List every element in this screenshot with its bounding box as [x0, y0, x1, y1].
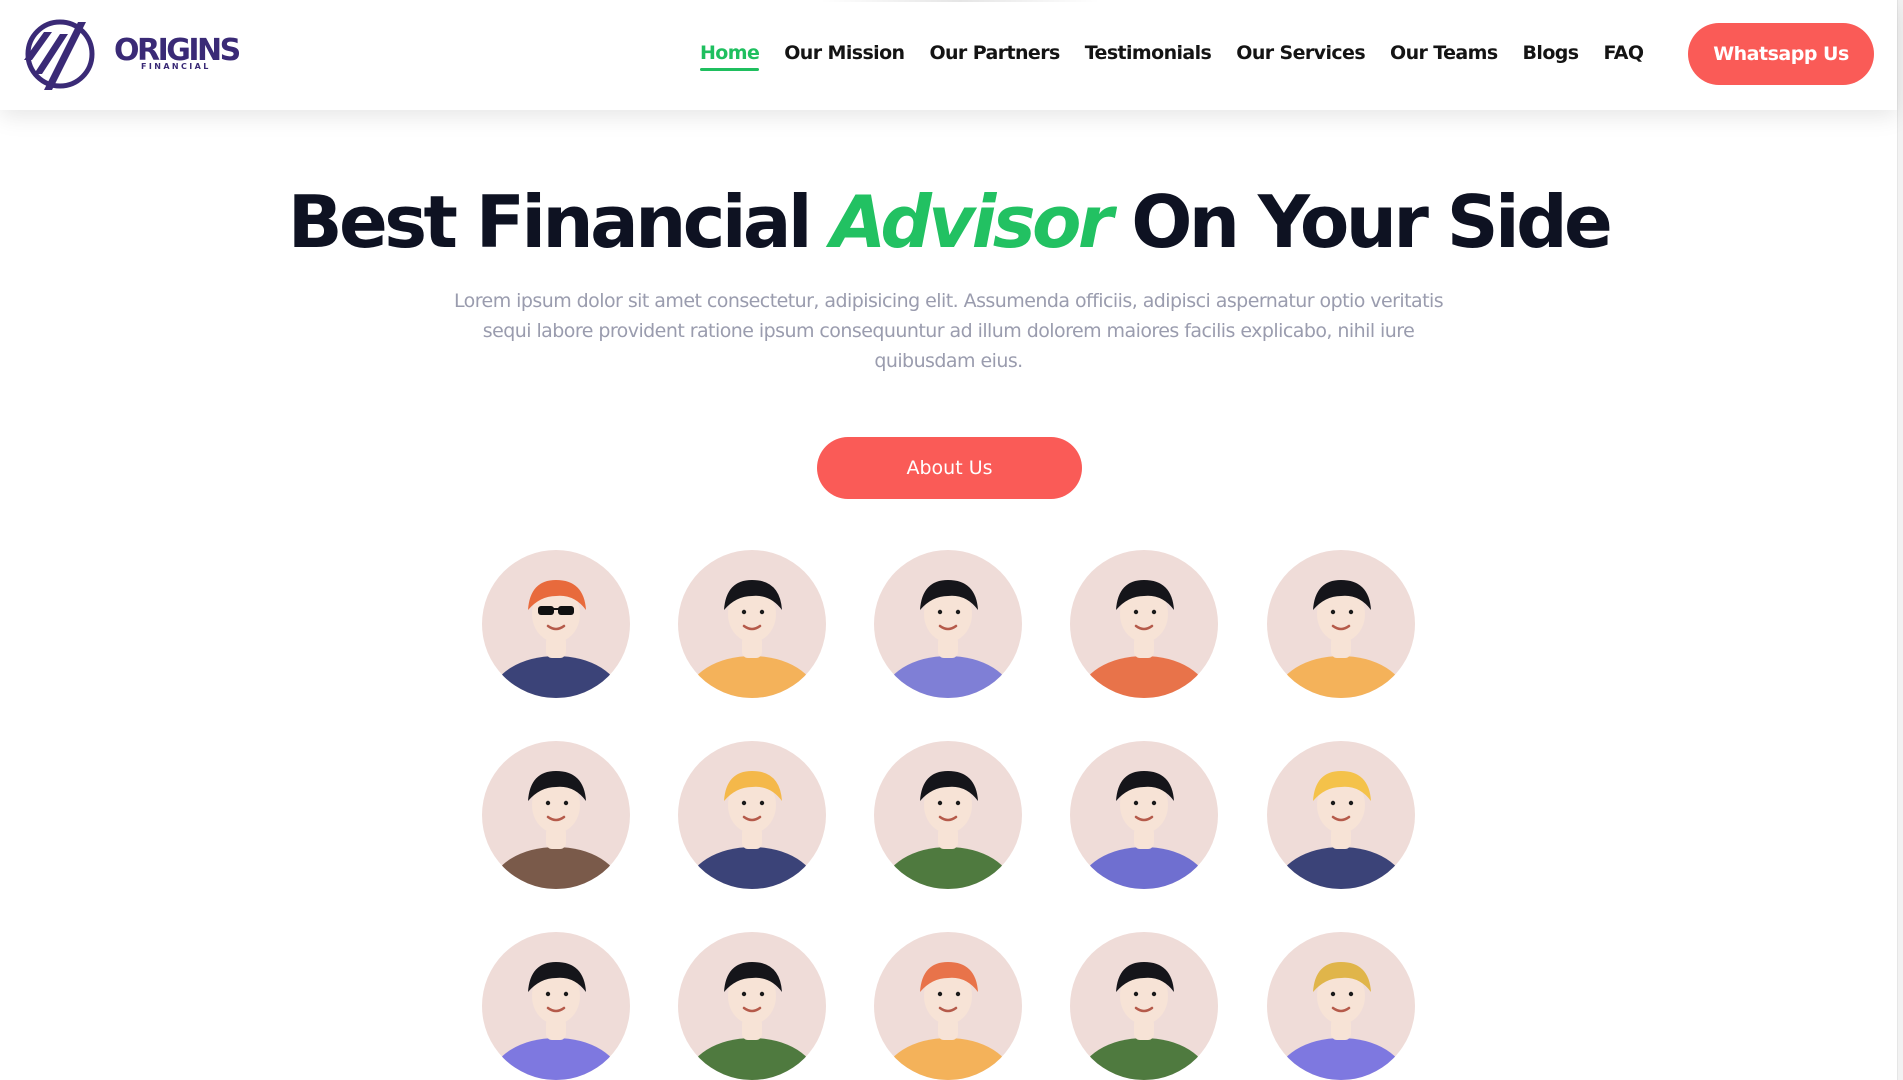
team-member-avatar — [874, 932, 1022, 1080]
nav-link-our-mission[interactable]: Our Mission — [784, 36, 905, 70]
person-illustration-icon — [1277, 962, 1405, 1080]
person-illustration-icon — [884, 962, 1012, 1080]
team-member-avatar — [874, 550, 1022, 698]
team-member-avatar — [1267, 741, 1415, 889]
page: ORIGINS FINANCIAL Home Our Mission Our P… — [0, 0, 1903, 1080]
person-illustration-icon — [884, 580, 1012, 698]
hero-title-start: Best Financial — [287, 180, 813, 264]
person-illustration-icon — [1080, 962, 1208, 1080]
person-illustration-icon — [1080, 771, 1208, 889]
hero-description: Lorem ipsum dolor sit amet consectetur, … — [453, 290, 1444, 372]
team-member-avatar — [1267, 932, 1415, 1080]
nav-link-faq[interactable]: FAQ — [1604, 36, 1644, 70]
person-illustration-icon — [492, 580, 620, 698]
person-illustration-icon — [1277, 580, 1405, 698]
page-scrollbar[interactable] — [1897, 0, 1903, 1080]
team-member-avatar — [482, 932, 630, 1080]
person-illustration-icon — [1080, 580, 1208, 698]
person-illustration-icon — [492, 962, 620, 1080]
main-nav: Home Our Mission Our Partners Testimonia… — [700, 36, 1668, 71]
team-member-avatar — [678, 741, 826, 889]
about-us-button[interactable]: About Us — [817, 437, 1082, 499]
hero-title-accent: Advisor — [830, 180, 1113, 264]
team-member-avatar — [1070, 741, 1218, 889]
team-member-avatar — [1070, 550, 1218, 698]
nav-link-our-services[interactable]: Our Services — [1236, 36, 1365, 70]
person-illustration-icon — [884, 771, 1012, 889]
person-illustration-icon — [688, 580, 816, 698]
nav-link-home[interactable]: Home — [700, 36, 760, 71]
person-illustration-icon — [688, 771, 816, 889]
nav-link-testimonials[interactable]: Testimonials — [1085, 36, 1212, 70]
whatsapp-us-button[interactable]: Whatsapp Us — [1688, 23, 1874, 85]
team-member-avatar — [874, 741, 1022, 889]
team-member-avatar — [1070, 932, 1218, 1080]
person-illustration-icon — [688, 962, 816, 1080]
brand-logo[interactable]: ORIGINS FINANCIAL — [22, 14, 262, 94]
person-illustration-icon — [1277, 771, 1405, 889]
brand-tagline: FINANCIAL — [141, 62, 211, 71]
team-member-avatar — [482, 550, 630, 698]
hero-title: Best Financial Advisor On Your Side — [0, 176, 1897, 268]
person-illustration-icon — [492, 771, 620, 889]
nav-link-blogs[interactable]: Blogs — [1523, 36, 1580, 70]
hero-title-end: On Your Side — [1131, 180, 1613, 264]
team-member-avatar — [678, 932, 826, 1080]
nav-link-our-teams[interactable]: Our Teams — [1390, 36, 1498, 70]
nav-link-our-partners[interactable]: Our Partners — [929, 36, 1060, 70]
team-member-avatar — [482, 741, 630, 889]
team-member-avatar — [678, 550, 826, 698]
origins-logo-icon — [24, 19, 95, 90]
nav-top-accent — [820, 0, 1100, 2]
navbar: ORIGINS FINANCIAL Home Our Mission Our P… — [0, 0, 1897, 110]
team-member-avatar — [1267, 550, 1415, 698]
